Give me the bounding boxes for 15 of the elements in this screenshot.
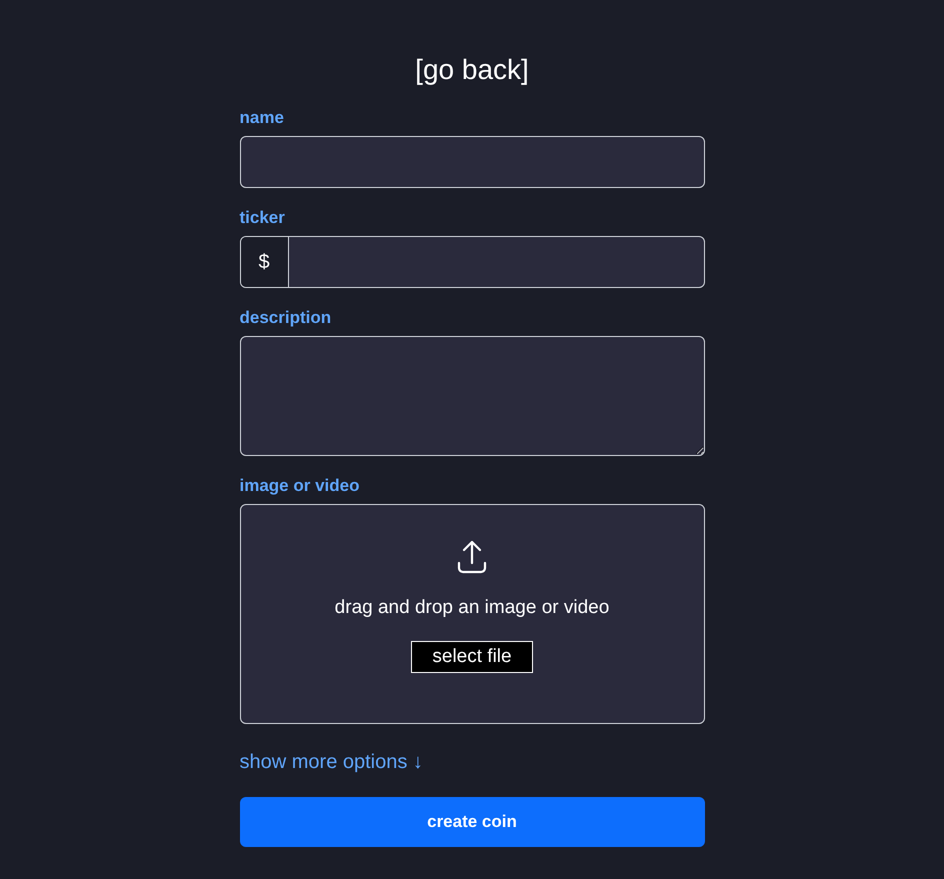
- currency-prefix: $: [240, 237, 288, 287]
- show-more-options-link[interactable]: show more options ↓: [240, 748, 423, 776]
- upload-area[interactable]: drag and drop an image or video select file: [240, 504, 704, 724]
- create-coin-button[interactable]: create coin: [240, 797, 704, 847]
- description-input[interactable]: [240, 336, 704, 456]
- field-label: image or video: [240, 475, 360, 497]
- upload-icon: [456, 539, 488, 575]
- upload-hint: drag and drop an image or video: [334, 596, 610, 620]
- ticker-input[interactable]: $: [240, 236, 704, 288]
- field-label: ticker: [240, 207, 285, 229]
- name-input[interactable]: [240, 136, 704, 188]
- field-label: name: [240, 107, 284, 129]
- select-file-button[interactable]: select file: [411, 641, 533, 673]
- go-back-link[interactable]: [go back]: [415, 52, 529, 88]
- field-label: description: [240, 307, 332, 329]
